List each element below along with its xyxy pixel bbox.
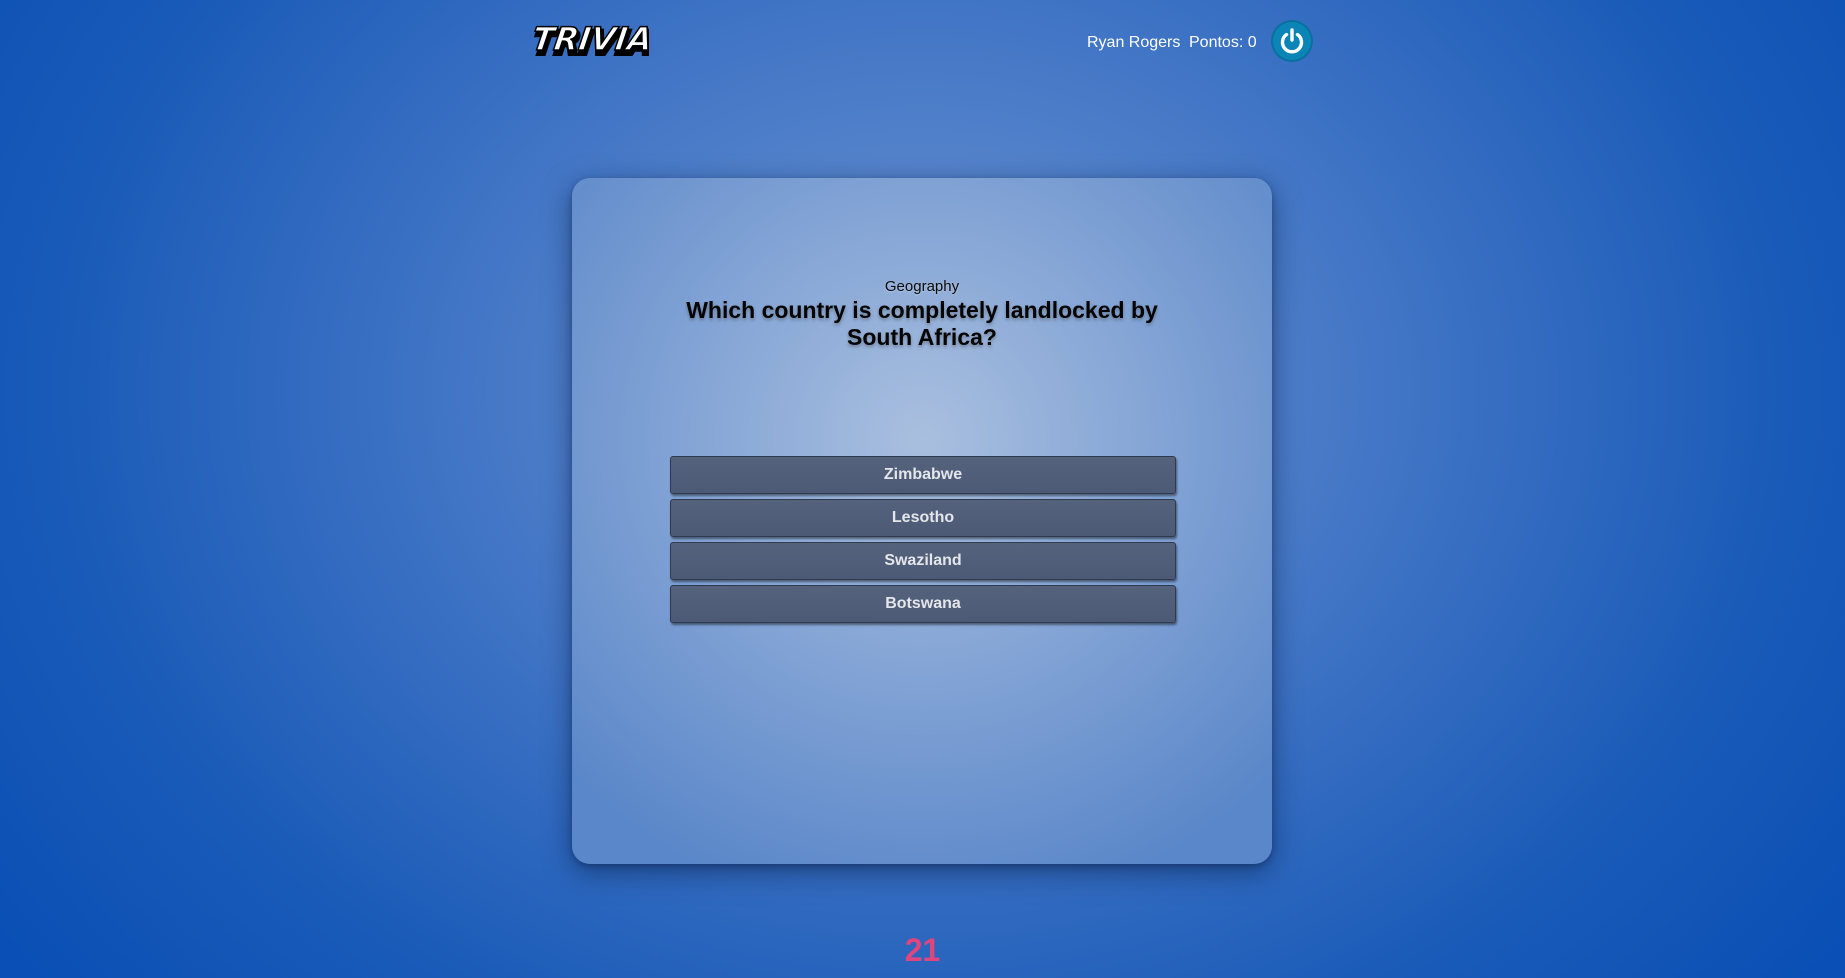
- svg-text:TRIVIA: TRIVIA: [530, 20, 649, 58]
- answer-button-zimbabwe[interactable]: Zimbabwe: [670, 456, 1176, 494]
- power-icon: [1280, 28, 1304, 54]
- score-label: Pontos: 0: [1189, 34, 1257, 51]
- answer-button-lesotho[interactable]: Lesotho: [670, 499, 1176, 537]
- user-name: Ryan Rogers: [1087, 34, 1181, 51]
- header: TRIVIA TRIVIA Ryan Rogers Pontos: 0: [0, 0, 1845, 90]
- answer-button-swaziland[interactable]: Swaziland: [670, 542, 1176, 580]
- question-card: Geography Which country is completely la…: [572, 178, 1272, 864]
- answer-button-botswana[interactable]: Botswana: [670, 585, 1176, 623]
- question-category: Geography: [884, 278, 960, 295]
- countdown-timer: 21: [904, 932, 941, 968]
- question-text: Which country is completely landlocked b…: [686, 297, 1158, 350]
- logout-button[interactable]: [1271, 20, 1313, 62]
- trivia-logo: TRIVIA TRIVIA: [529, 20, 649, 64]
- answer-list: Zimbabwe Lesotho Swaziland Botswana: [670, 456, 1176, 628]
